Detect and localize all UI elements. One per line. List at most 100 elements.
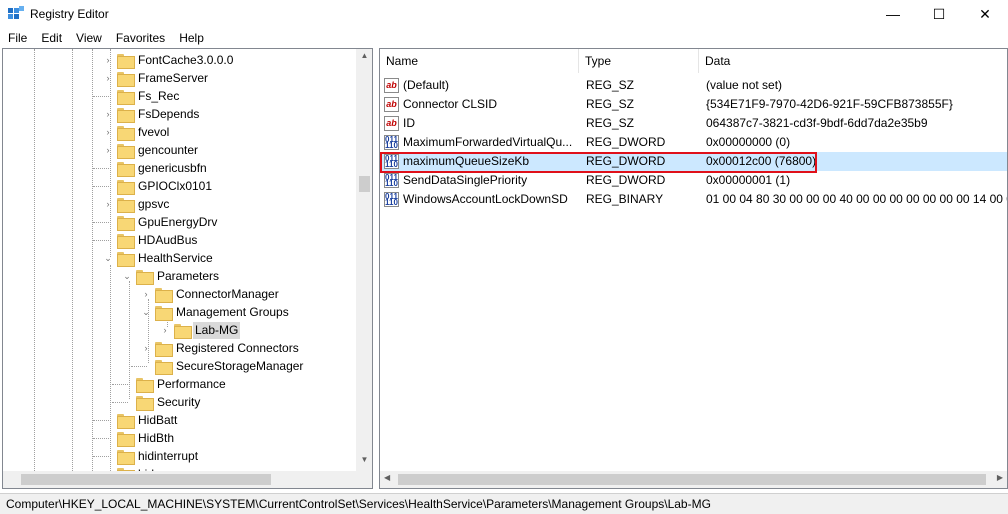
chevron-down-icon[interactable]: ⌄ bbox=[103, 253, 113, 263]
scrollbar-corner bbox=[356, 471, 372, 488]
tree-vertical-scrollbar[interactable]: ▲ ▼ bbox=[356, 49, 372, 471]
tree-item-label[interactable]: FrameServer bbox=[136, 70, 210, 87]
tree-item-label[interactable]: GPIOClx0101 bbox=[136, 178, 214, 195]
chevron-right-icon[interactable]: › bbox=[103, 145, 113, 155]
maximize-icon: ☐ bbox=[932, 5, 946, 22]
chevron-right-icon[interactable]: › bbox=[141, 289, 151, 299]
tree-item[interactable]: SecureStorageManager bbox=[131, 357, 305, 375]
value-data: {534E71F9-7970-42D6-921F-59CFB873855F} bbox=[706, 97, 953, 111]
tree-item[interactable]: › fvevol bbox=[99, 123, 171, 141]
tree-item[interactable]: HidBatt bbox=[93, 411, 179, 429]
tree-item-label[interactable]: Security bbox=[155, 394, 202, 411]
minimize-icon: — bbox=[886, 6, 900, 22]
tree-item[interactable]: › gpsvc bbox=[99, 195, 171, 213]
column-header-type[interactable]: Type bbox=[579, 49, 699, 73]
chevron-down-icon[interactable]: ⌄ bbox=[122, 271, 132, 281]
registry-value-row[interactable]: ab Connector CLSID REG_SZ {534E71F9-7970-42… bbox=[380, 95, 1007, 114]
tree-item[interactable]: › Registered Connectors bbox=[137, 339, 301, 357]
scroll-down-arrow-icon[interactable]: ▼ bbox=[356, 455, 372, 469]
tree-item[interactable]: ⌄ HealthService bbox=[99, 249, 215, 267]
tree-item-label[interactable]: HealthService bbox=[136, 250, 215, 267]
tree-item[interactable]: › gencounter bbox=[99, 141, 200, 159]
tree-item-label[interactable]: genericusbfn bbox=[136, 160, 209, 177]
tree-item-label[interactable]: Registered Connectors bbox=[174, 340, 301, 357]
chevron-right-icon[interactable]: › bbox=[103, 73, 113, 83]
folder-icon bbox=[117, 179, 135, 195]
registry-value-row[interactable]: 011 110 WindowsAccountLockDownSD REG_BINARY… bbox=[380, 190, 1007, 209]
tree-item-label[interactable]: hidinterrupt bbox=[136, 448, 200, 465]
scroll-right-arrow-icon[interactable]: ▶ bbox=[997, 473, 1003, 482]
registry-tree-pane[interactable]: › FontCache3.0.0.0 › FrameServer Fs_Rec › FsDe… bbox=[2, 48, 373, 489]
tree-item[interactable]: HidBth bbox=[93, 429, 176, 447]
tree-item-label[interactable]: FsDepends bbox=[136, 106, 201, 123]
tree-item-label[interactable]: gpsvc bbox=[136, 196, 171, 213]
column-header-name[interactable]: Name bbox=[380, 49, 579, 73]
minimize-button[interactable]: — bbox=[870, 0, 916, 28]
tree-item-label[interactable]: gencounter bbox=[136, 142, 200, 159]
tree-item-label[interactable]: FontCache3.0.0.0 bbox=[136, 52, 235, 69]
tree-item-label[interactable]: Lab-MG bbox=[193, 321, 241, 339]
value-type: REG_SZ bbox=[586, 78, 635, 92]
scroll-left-arrow-icon[interactable]: ◀ bbox=[384, 473, 390, 482]
value-name: WindowsAccountLockDownSD bbox=[403, 192, 568, 206]
tree-guide-line bbox=[72, 49, 73, 471]
close-button[interactable]: ✕ bbox=[962, 0, 1008, 28]
chevron-right-icon[interactable]: › bbox=[141, 343, 151, 353]
chevron-right-icon[interactable]: › bbox=[103, 109, 113, 119]
menu-help[interactable]: Help bbox=[172, 29, 211, 48]
values-list-pane[interactable]: Name Type Data ab (Default) REG_SZ (value n… bbox=[379, 48, 1008, 489]
registry-value-row[interactable]: 011 110 SendDataSinglePriority REG_DWORD 0x0… bbox=[380, 171, 1007, 190]
chevron-right-icon[interactable]: › bbox=[160, 325, 170, 335]
tree-item-label[interactable]: Management Groups bbox=[174, 304, 291, 321]
registry-value-row[interactable]: ab (Default) REG_SZ (value not set) bbox=[380, 76, 1007, 95]
chevron-right-icon[interactable]: › bbox=[103, 127, 113, 137]
tree-item[interactable]: HDAudBus bbox=[93, 231, 199, 249]
value-name: Connector CLSID bbox=[403, 97, 498, 111]
scroll-thumb[interactable] bbox=[21, 474, 271, 485]
tree-item-label[interactable]: ConnectorManager bbox=[174, 286, 281, 303]
registry-value-row[interactable]: ab ID REG_SZ 064387c7-3821-cd3f-9bdf-6dd7da… bbox=[380, 114, 1007, 133]
menu-view[interactable]: View bbox=[69, 29, 109, 48]
tree-item[interactable]: GpuEnergyDrv bbox=[93, 213, 219, 231]
maximize-button[interactable]: ☐ bbox=[916, 0, 962, 28]
value-type: REG_DWORD bbox=[586, 135, 666, 149]
tree-item-label[interactable]: HidBth bbox=[136, 430, 176, 447]
tree-item-label[interactable]: GpuEnergyDrv bbox=[136, 214, 219, 231]
list-header: Name Type Data bbox=[380, 49, 1007, 73]
tree-item[interactable]: Security bbox=[112, 393, 202, 411]
tree-item[interactable]: genericusbfn bbox=[93, 159, 209, 177]
tree-item[interactable]: › FrameServer bbox=[99, 69, 210, 87]
scroll-thumb[interactable] bbox=[359, 176, 370, 192]
tree-item[interactable]: › Lab-MG bbox=[156, 321, 241, 339]
menu-file[interactable]: File bbox=[0, 29, 34, 48]
tree-item-label[interactable]: HidBatt bbox=[136, 412, 179, 429]
title-bar: Registry Editor — ☐ ✕ bbox=[0, 0, 1008, 28]
column-header-data[interactable]: Data bbox=[699, 49, 1007, 73]
tree-item[interactable]: Fs_Rec bbox=[93, 87, 181, 105]
chevron-down-icon[interactable]: ⌄ bbox=[141, 307, 151, 317]
tree-item[interactable]: hidinterrupt bbox=[93, 447, 200, 465]
tree-item[interactable]: › FontCache3.0.0.0 bbox=[99, 51, 235, 69]
chevron-right-icon[interactable]: › bbox=[103, 199, 113, 209]
chevron-right-icon[interactable]: › bbox=[103, 55, 113, 65]
tree-item-label[interactable]: Parameters bbox=[155, 268, 221, 285]
tree-item[interactable]: GPIOClx0101 bbox=[93, 177, 214, 195]
tree-item-label[interactable]: HDAudBus bbox=[136, 232, 199, 249]
tree-item-label[interactable]: fvevol bbox=[136, 124, 171, 141]
value-data: (value not set) bbox=[706, 78, 783, 92]
tree-item[interactable]: › ConnectorManager bbox=[137, 285, 281, 303]
tree-item[interactable]: ⌄ Management Groups bbox=[137, 303, 291, 321]
registry-value-row[interactable]: 011 110 MaximumForwardedVirtualQu... REG_DW… bbox=[380, 133, 1007, 152]
tree-horizontal-scrollbar[interactable] bbox=[3, 471, 356, 488]
tree-item[interactable]: ⌄ Parameters bbox=[118, 267, 221, 285]
scroll-up-arrow-icon[interactable]: ▲ bbox=[356, 51, 372, 65]
tree-item-label[interactable]: SecureStorageManager bbox=[174, 358, 305, 375]
tree-item-label[interactable]: Performance bbox=[155, 376, 228, 393]
list-horizontal-scrollbar[interactable]: ◀ ▶ bbox=[380, 471, 1007, 488]
menu-favorites[interactable]: Favorites bbox=[109, 29, 172, 48]
tree-item-label[interactable]: Fs_Rec bbox=[136, 88, 181, 105]
tree-item[interactable]: Performance bbox=[112, 375, 228, 393]
tree-item[interactable]: › FsDepends bbox=[99, 105, 201, 123]
scroll-thumb[interactable] bbox=[398, 474, 986, 485]
menu-edit[interactable]: Edit bbox=[34, 29, 69, 48]
